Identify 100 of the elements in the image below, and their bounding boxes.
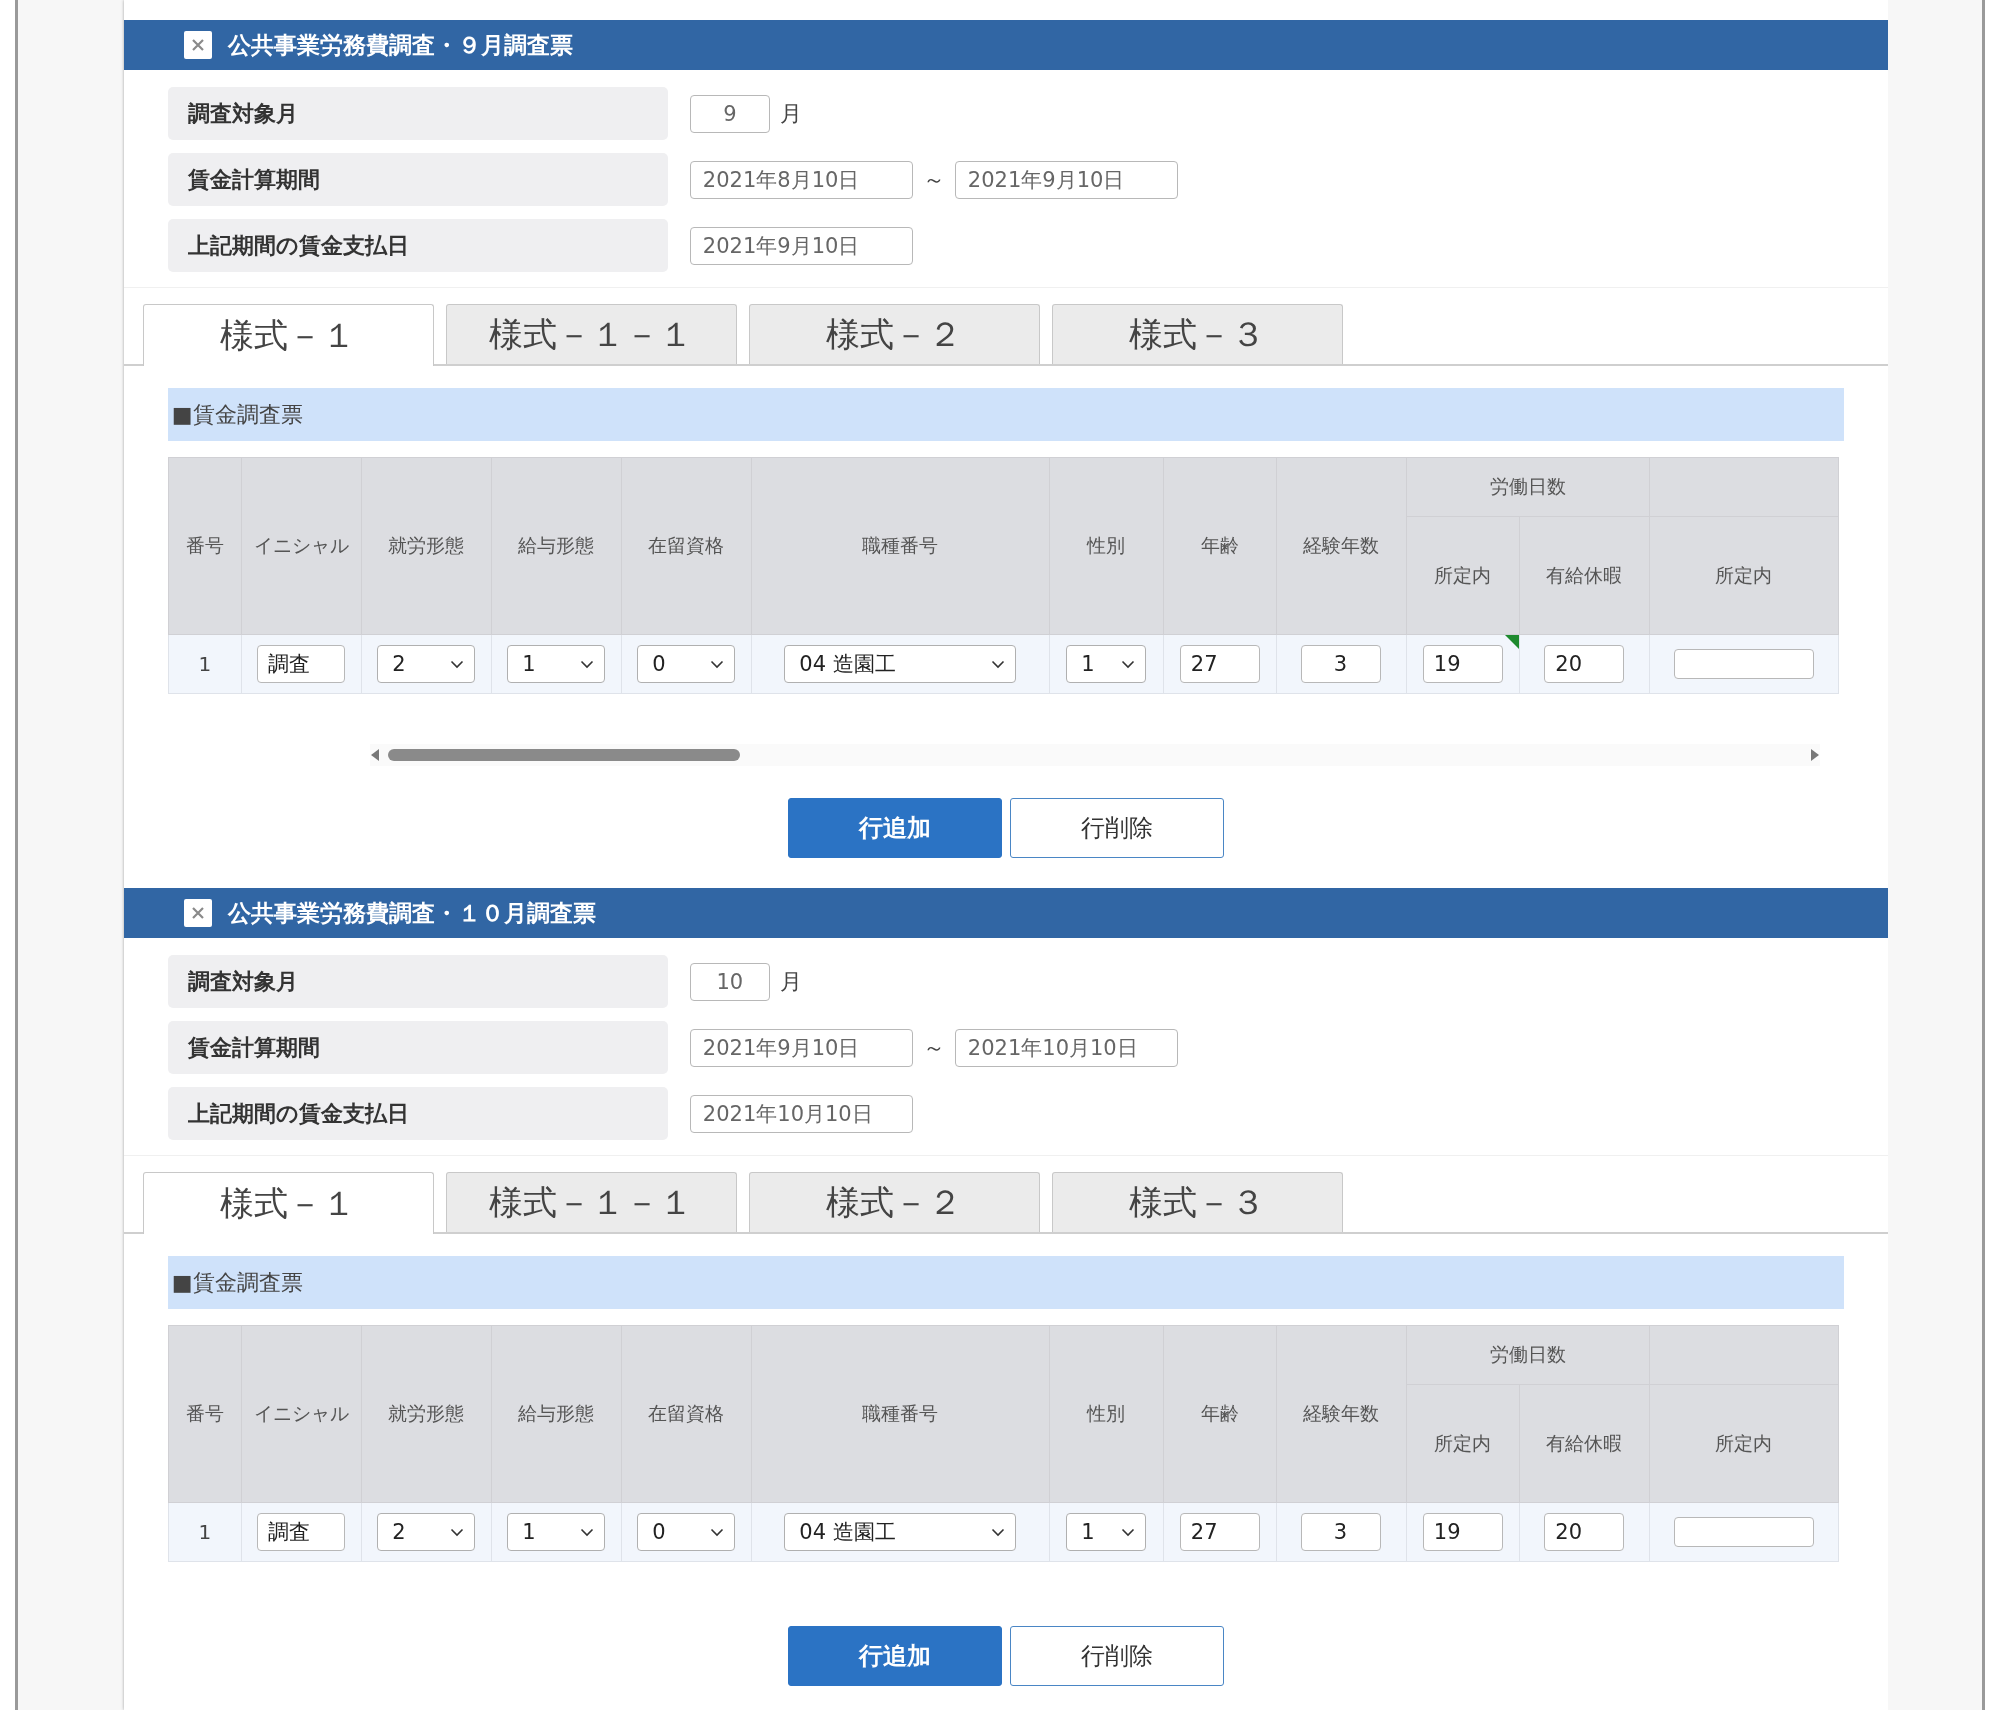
dropdown[interactable]: 1: [1066, 645, 1147, 683]
dropdown[interactable]: 1: [507, 645, 606, 683]
input-field[interactable]: 調査: [257, 645, 346, 683]
chevron-down-icon: [710, 659, 725, 669]
input-field[interactable]: 3: [1301, 645, 1382, 683]
tab[interactable]: 様式－１－１: [445, 304, 737, 364]
close-button[interactable]: [183, 899, 212, 927]
column-group-header: 労働日数: [1406, 1325, 1650, 1385]
column-header: 年齢: [1163, 457, 1277, 635]
unit-label: 月: [779, 99, 802, 128]
dropdown[interactable]: 0: [637, 645, 736, 683]
column-header: 所定内: [1649, 1384, 1839, 1503]
range-separator: ～: [922, 165, 945, 194]
date-field[interactable]: 2021年10月10日: [954, 1028, 1178, 1067]
input-field[interactable]: [1673, 649, 1814, 679]
chevron-down-icon: [1121, 659, 1136, 669]
input-field[interactable]: 27: [1179, 1513, 1260, 1551]
form-title: 公共事業労務費調査・９月調査票: [227, 30, 573, 60]
column-header: 経験年数: [1276, 457, 1407, 635]
close-icon: [190, 906, 205, 920]
date-field[interactable]: 2021年9月10日: [689, 1028, 913, 1067]
chevron-down-icon: [450, 659, 465, 669]
dropdown[interactable]: 2: [377, 1513, 476, 1551]
close-button[interactable]: [183, 31, 212, 59]
scrollbar-thumb[interactable]: [387, 749, 740, 761]
scroll-left-icon: [369, 749, 380, 761]
column-header: 給与形態: [491, 1325, 622, 1503]
input-field[interactable]: 3: [1301, 1513, 1382, 1551]
column-group-header: 労働日数: [1406, 457, 1650, 517]
column-header: 職種番号: [751, 1325, 1050, 1503]
dropdown[interactable]: 0: [637, 1513, 736, 1551]
column-header: 年齢: [1163, 1325, 1277, 1503]
date-field[interactable]: 2021年8月10日: [689, 160, 913, 199]
column-header: 職種番号: [751, 457, 1050, 635]
column-header: 番号: [168, 457, 242, 635]
field-label: 上記期間の賃金支払日: [167, 1087, 668, 1140]
column-header: イニシャル: [241, 1325, 362, 1503]
column-header: イニシャル: [241, 457, 362, 635]
input-field[interactable]: 19: [1422, 1513, 1503, 1551]
column-header: 所定内: [1649, 516, 1839, 635]
input-field[interactable]: 10: [689, 962, 770, 1001]
add-row-button[interactable]: 行追加: [788, 1626, 1002, 1686]
field-label: 調査対象月: [167, 87, 668, 140]
column-header: 経験年数: [1276, 1325, 1407, 1503]
chevron-down-icon: [450, 1527, 465, 1537]
chevron-down-icon: [710, 1527, 725, 1537]
input-field[interactable]: [1673, 1517, 1814, 1547]
column-header: 性別: [1049, 457, 1164, 635]
delete-row-button[interactable]: 行削除: [1010, 798, 1224, 858]
column-header: 就労形態: [361, 457, 492, 635]
range-separator: ～: [922, 1033, 945, 1062]
tab[interactable]: 様式－３: [1051, 1172, 1343, 1232]
column-header: 性別: [1049, 1325, 1164, 1503]
date-field[interactable]: 2021年9月10日: [954, 160, 1178, 199]
scroll-right-icon: [1809, 749, 1820, 761]
tab[interactable]: 様式－３: [1051, 304, 1343, 364]
dropdown[interactable]: 04 造園工: [784, 645, 1017, 683]
dropdown[interactable]: 1: [507, 1513, 606, 1551]
form-title: 公共事業労務費調査・１０月調査票: [227, 898, 596, 928]
date-field[interactable]: 2021年9月10日: [689, 226, 913, 265]
horizontal-scrollbar[interactable]: [369, 744, 1820, 766]
row-number: 1: [168, 634, 242, 694]
column-header: 所定内: [1406, 516, 1520, 635]
dropdown[interactable]: 2: [377, 645, 476, 683]
panel-title: ■賃金調査票: [167, 388, 1845, 441]
tab[interactable]: 様式－１: [142, 304, 434, 366]
chevron-down-icon: [580, 659, 595, 669]
chevron-down-icon: [991, 659, 1006, 669]
column-header: 就労形態: [361, 1325, 492, 1503]
dropdown[interactable]: 04 造園工: [784, 1513, 1017, 1551]
row-number: 1: [168, 1502, 242, 1562]
input-field[interactable]: 20: [1544, 645, 1625, 683]
add-row-button[interactable]: 行追加: [788, 798, 1002, 858]
tab[interactable]: 様式－１: [142, 1172, 434, 1234]
input-field[interactable]: 9: [689, 94, 770, 133]
column-header: 在留資格: [621, 1325, 752, 1503]
field-label: 賃金計算期間: [167, 153, 668, 206]
input-field[interactable]: 19: [1422, 645, 1503, 683]
column-header: 給与形態: [491, 457, 622, 635]
chevron-down-icon: [580, 1527, 595, 1537]
column-header: 有給休暇: [1519, 516, 1650, 635]
dropdown[interactable]: 1: [1066, 1513, 1147, 1551]
close-icon: [190, 38, 205, 52]
input-field[interactable]: 20: [1544, 1513, 1625, 1551]
tab[interactable]: 様式－１－１: [445, 1172, 737, 1232]
chevron-down-icon: [1121, 1527, 1136, 1537]
date-field[interactable]: 2021年10月10日: [689, 1094, 913, 1133]
input-field[interactable]: 27: [1179, 645, 1260, 683]
field-label: 調査対象月: [167, 955, 668, 1008]
field-label: 上記期間の賃金支払日: [167, 219, 668, 272]
tab[interactable]: 様式－２: [748, 304, 1040, 364]
column-header: 在留資格: [621, 457, 752, 635]
delete-row-button[interactable]: 行削除: [1010, 1626, 1224, 1686]
column-header: 所定内: [1406, 1384, 1520, 1503]
field-label: 賃金計算期間: [167, 1021, 668, 1074]
tab[interactable]: 様式－２: [748, 1172, 1040, 1232]
chevron-down-icon: [991, 1527, 1006, 1537]
input-field[interactable]: 調査: [257, 1513, 346, 1551]
panel-title: ■賃金調査票: [167, 1256, 1845, 1309]
column-header: 番号: [168, 1325, 242, 1503]
